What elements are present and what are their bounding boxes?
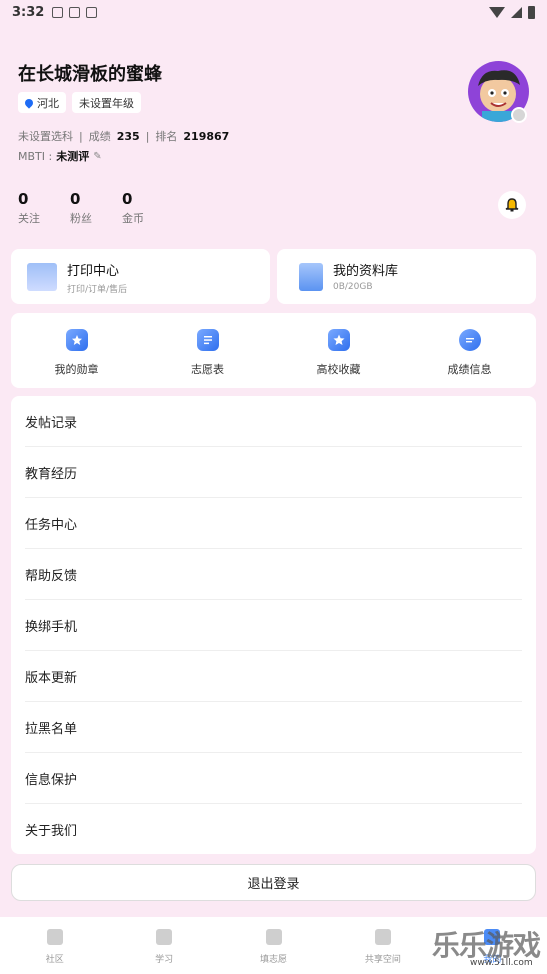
stat-label: 粉丝 (70, 212, 92, 225)
gmail-icon (69, 6, 81, 18)
settings-menu: 发帖记录 教育经历 任务中心 帮助反馈 换绑手机 版本更新 拉黑名单 信息保护 … (11, 396, 536, 854)
menu-item-feedback[interactable]: 帮助反馈 (25, 549, 522, 600)
subject-label: 未设置选科 (18, 130, 73, 143)
print-center-subtitle: 打印/订单/售后 (67, 285, 128, 295)
library-usage: 0B/20GB (333, 282, 373, 292)
menu-item-tasks[interactable]: 任务中心 (25, 498, 522, 549)
stat-following[interactable]: 0 关注 (18, 190, 40, 226)
score-value: 235 (116, 129, 140, 143)
tab-label: 学习 (155, 955, 174, 965)
stat-label: 关注 (18, 212, 40, 225)
quick-link-label: 成绩信息 (447, 363, 492, 376)
menu-item-about[interactable]: 关于我们 (25, 804, 522, 855)
profile-name: 在长城滑板的蜜蜂 (18, 64, 162, 85)
stat-value: 0 (122, 190, 133, 208)
home-icon (46, 929, 63, 945)
quick-link-label: 我的勋章 (54, 363, 99, 376)
tab-label: 填志愿 (260, 955, 288, 965)
stat-value: 0 (70, 190, 81, 208)
book-icon (156, 929, 173, 945)
mbti-row[interactable]: MBTI : 未测评 ✎ (18, 148, 102, 164)
profile-meta: 未设置选科 | 成绩 235 | 排名 219867 (18, 129, 230, 144)
menu-item-version[interactable]: 版本更新 (25, 651, 522, 702)
quick-links: 我的勋章 志愿表 高校收藏 成绩信息 (11, 313, 536, 388)
status-bar: 3:32 (0, 0, 547, 24)
stat-value: 0 (18, 190, 29, 208)
quick-link-favorites[interactable]: 高校收藏 (273, 313, 404, 388)
location-tag[interactable]: 河北 (18, 92, 66, 113)
star-icon (327, 329, 350, 351)
library-title: 我的资料库 (333, 264, 399, 279)
edit-icon[interactable]: ✎ (93, 151, 101, 162)
form-icon (265, 929, 282, 945)
print-center-title: 打印中心 (67, 264, 120, 279)
bell-icon (505, 198, 519, 212)
tab-label: 社区 (45, 955, 64, 965)
wifi-icon (489, 6, 505, 18)
signal-icon (511, 6, 522, 18)
menu-item-change-phone[interactable]: 换绑手机 (25, 600, 522, 651)
chat-icon (458, 329, 481, 351)
mbti-value: 未测评 (56, 150, 90, 163)
grade-tag[interactable]: 未设置年级 (72, 92, 141, 113)
menu-item-privacy[interactable]: 信息保护 (25, 753, 522, 804)
document-icon (299, 263, 323, 291)
tab-study[interactable]: 学习 (109, 917, 218, 974)
watermark-url: www.51ll.com (470, 958, 533, 968)
mbti-label: MBTI : (18, 149, 53, 163)
tab-shared-space[interactable]: 共享空间 (328, 917, 437, 974)
notification-button[interactable] (498, 191, 526, 219)
notification-a-icon (52, 6, 64, 18)
quick-link-scores[interactable]: 成绩信息 (404, 313, 535, 388)
menu-item-education[interactable]: 教育经历 (25, 447, 522, 498)
rank-label: 排名 (155, 130, 178, 143)
tab-application[interactable]: 填志愿 (219, 917, 328, 974)
tab-community[interactable]: 社区 (0, 917, 109, 974)
logout-button[interactable]: 退出登录 (11, 864, 536, 901)
stat-followers[interactable]: 0 粉丝 (70, 190, 92, 226)
quick-link-form[interactable]: 志愿表 (142, 313, 273, 388)
grade-label: 未设置年级 (79, 96, 134, 110)
status-time: 3:32 (12, 4, 45, 20)
location-pin-icon (23, 96, 35, 109)
menu-item-blocklist[interactable]: 拉黑名单 (25, 702, 522, 753)
battery-icon (528, 5, 535, 19)
medal-icon (65, 329, 88, 351)
quick-link-medal[interactable]: 我的勋章 (11, 313, 142, 388)
form-icon (196, 329, 219, 351)
location-label: 河北 (37, 96, 59, 110)
tab-label: 共享空间 (364, 955, 401, 965)
avatar-badge-icon (511, 107, 527, 123)
printer-icon (27, 263, 57, 291)
library-card[interactable]: 我的资料库 0B/20GB (277, 249, 536, 304)
score-label: 成绩 (88, 130, 111, 143)
play-store-icon (86, 6, 98, 18)
profile-tags: 河北 未设置年级 (18, 92, 141, 113)
folder-icon (374, 929, 391, 945)
print-center-card[interactable]: 打印中心 打印/订单/售后 (11, 249, 270, 304)
stat-label: 金币 (122, 212, 144, 225)
rank-value: 219867 (183, 129, 230, 143)
stat-coins[interactable]: 0 金币 (122, 190, 144, 226)
quick-link-label: 志愿表 (191, 363, 224, 376)
menu-item-posts[interactable]: 发帖记录 (25, 396, 522, 447)
quick-link-label: 高校收藏 (316, 363, 361, 376)
stats-row: 0 关注 0 粉丝 0 金币 (18, 190, 144, 226)
